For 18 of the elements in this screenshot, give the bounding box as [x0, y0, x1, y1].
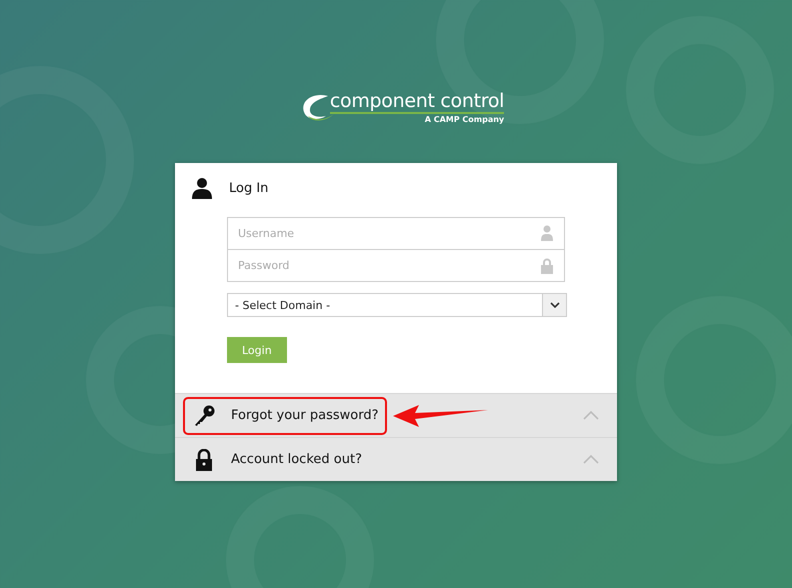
password-field[interactable]: Password — [227, 250, 565, 282]
person-icon — [192, 177, 212, 199]
panel-title: Account locked out? — [231, 452, 362, 467]
chevron-up-icon — [583, 411, 599, 420]
accordion-panel[interactable]: Forgot your password? — [175, 393, 617, 437]
panel-title: Forgot your password? — [231, 408, 379, 423]
key-icon — [193, 404, 215, 426]
chevron-down-icon — [550, 302, 560, 308]
lock-icon — [541, 258, 553, 274]
login-title: Log In — [229, 180, 268, 196]
padlock-icon — [193, 448, 215, 470]
logo-wordmark: component control — [330, 91, 504, 114]
domain-dropdown[interactable]: - Select Domain - — [227, 293, 567, 317]
username-field[interactable]: Username — [227, 217, 565, 250]
chevron-up-icon — [583, 455, 599, 464]
accordion-panel[interactable]: Account locked out? — [175, 437, 617, 481]
logo-tagline: A CAMP Company — [424, 114, 504, 125]
user-icon — [541, 225, 553, 241]
